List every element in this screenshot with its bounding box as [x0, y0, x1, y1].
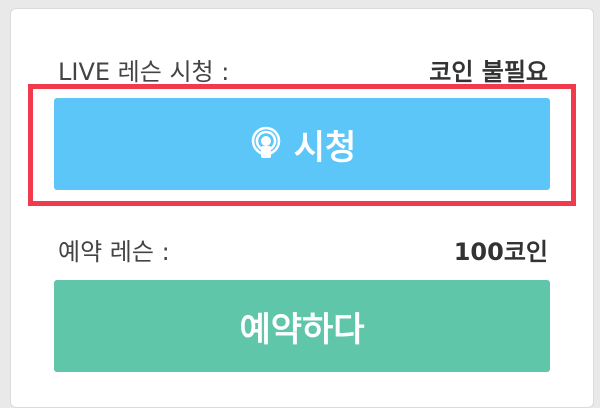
live-lesson-cost: 코인 불필요 — [429, 58, 548, 86]
reserved-lesson-label: 예약 레슨 : — [58, 238, 170, 266]
reserved-lesson-cost: 100코인 — [453, 238, 548, 266]
watch-button-label: 시청 — [293, 128, 357, 167]
reserve-button[interactable]: 예약하다 — [54, 280, 550, 372]
live-lesson-row: LIVE 레슨 시청 : 코인 불필요 — [58, 52, 548, 87]
watch-button[interactable]: 시청 — [54, 98, 550, 190]
reserve-button-label: 예약하다 — [239, 310, 365, 349]
reserved-lesson-row: 예약 레슨 : 100코인 — [58, 232, 548, 267]
live-lesson-label: LIVE 레슨 시청 : — [58, 58, 230, 86]
live-broadcast-icon — [248, 126, 284, 162]
